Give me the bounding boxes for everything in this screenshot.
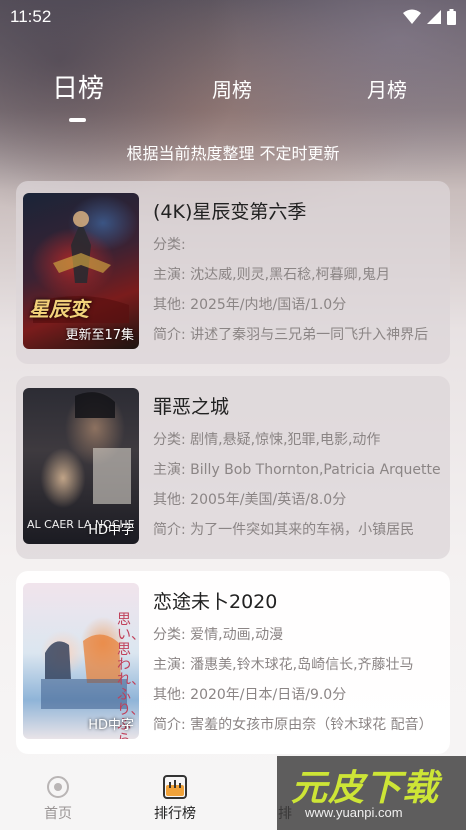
quality-badge: HD中字 (88, 523, 134, 538)
item-summary: 简介: 讲述了秦羽与三兄弟一同飞升入神界后 (153, 327, 429, 343)
tab-daily[interactable]: 日榜 (52, 68, 104, 105)
ranking-icon (163, 775, 187, 799)
ranking-subtitle: 根据当前热度整理 不定时更新 (126, 144, 340, 163)
poster-image[interactable]: 思い、思われ、ふり、ふられ HD中字 (23, 583, 139, 739)
quality-badge: HD中字 (88, 718, 134, 733)
item-other: 其他: 2020年/日本/日语/9.0分 (153, 687, 347, 703)
ranking-card[interactable]: AL CAER LA NOCHE HD中字 罪恶之城 分类: 剧情,悬疑,惊悚,… (16, 376, 450, 559)
item-category: 分类: (153, 237, 186, 253)
episode-badge: 更新至17集 (65, 328, 134, 343)
item-category: 分类: 剧情,悬疑,惊悚,犯罪,电影,动作 (153, 432, 381, 448)
nav-ranking-label: 排行榜 (154, 806, 196, 822)
home-icon (47, 776, 69, 798)
nav-home-label: 首页 (44, 806, 72, 822)
item-category: 分类: 爱情,动画,动漫 (153, 627, 284, 643)
item-cast: 主演: Billy Bob Thornton,Patricia Arquette (153, 462, 441, 478)
item-title[interactable]: 恋途未卜2020 (153, 587, 277, 614)
status-icons (403, 9, 456, 25)
item-other: 其他: 2025年/内地/国语/1.0分 (153, 297, 347, 313)
poster-image[interactable]: AL CAER LA NOCHE HD中字 (23, 388, 139, 544)
nav-ranking[interactable]: 排行榜 (130, 765, 220, 830)
active-tab-indicator (69, 118, 86, 122)
ranking-tabs: 日榜 周榜 月榜 (0, 74, 466, 124)
watermark-url: www.yuanpi.com (305, 805, 403, 820)
ranking-card[interactable]: 思い、思われ、ふり、ふられ HD中字 恋途未卜2020 分类: 爱情,动画,动漫… (16, 571, 450, 754)
item-summary: 简介: 害羞的女孩市原由奈（铃木球花 配音） (153, 717, 433, 733)
item-cast: 主演: 沈达威,则灵,黑石稔,柯暮卿,鬼月 (153, 267, 390, 283)
item-title[interactable]: 罪恶之城 (153, 392, 229, 419)
status-time: 11:52 (10, 7, 52, 26)
tab-weekly[interactable]: 周榜 (212, 74, 252, 103)
item-summary: 简介: 为了一件突如其来的车祸，小镇居民 (153, 522, 415, 538)
watermark-brand: 元皮下载 (291, 768, 440, 809)
status-bar: 11:52 (0, 0, 466, 34)
wifi-icon (403, 9, 421, 24)
item-title[interactable]: (4K)星辰变第六季 (153, 197, 306, 224)
watermark-logo: 元皮下载 www.yuanpi.com (277, 756, 466, 830)
signal-icon (427, 10, 441, 24)
poster-image[interactable]: 星辰变 更新至17集 (23, 193, 139, 349)
nav-home[interactable]: 首页 (13, 765, 103, 830)
battery-icon (447, 9, 456, 25)
item-cast: 主演: 潘惠美,铃木球花,岛崎信长,齐藤壮马 (153, 657, 414, 673)
poster-title-art: 星辰变 (29, 297, 89, 321)
ranking-card[interactable]: 星辰变 更新至17集 (4K)星辰变第六季 分类: 主演: 沈达威,则灵,黑石稔… (16, 181, 450, 364)
tab-monthly[interactable]: 月榜 (367, 74, 407, 103)
item-other: 其他: 2005年/美国/英语/8.0分 (153, 492, 347, 508)
